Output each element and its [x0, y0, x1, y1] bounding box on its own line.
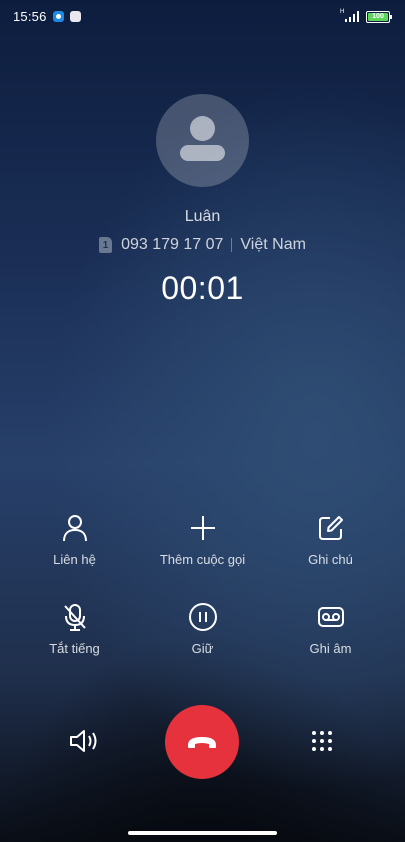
hold-label: Giữ — [191, 641, 214, 656]
hold-button[interactable]: Giữ — [135, 602, 270, 656]
record-button[interactable]: Ghi âm — [263, 602, 398, 656]
add-call-icon — [190, 516, 215, 540]
note-icon — [318, 516, 343, 540]
add-call-button[interactable]: Thêm cuộc gọi — [135, 513, 270, 567]
status-time: 15:56 — [13, 9, 47, 24]
mute-button[interactable]: Tắt tiếng — [7, 602, 142, 656]
keypad-icon[interactable] — [306, 725, 338, 757]
contact-label: Liên hệ — [53, 552, 96, 567]
mute-label: Tắt tiếng — [49, 641, 100, 656]
note-button[interactable]: Ghi chú — [263, 513, 398, 567]
end-call-icon — [188, 737, 216, 748]
add-call-label: Thêm cuộc gọi — [159, 552, 246, 567]
battery-level: 100 — [368, 13, 388, 21]
caller-avatar — [156, 94, 249, 187]
separator — [231, 238, 233, 252]
mute-icon — [63, 604, 86, 631]
battery-icon: 100 — [366, 11, 392, 23]
hold-icon — [188, 603, 217, 631]
notification-app-icon-2 — [70, 11, 81, 22]
caller-number: 093 179 17 07 — [121, 236, 224, 253]
home-indicator[interactable] — [128, 831, 277, 835]
network-type: H — [340, 9, 345, 15]
record-icon — [317, 607, 344, 627]
speaker-icon[interactable] — [68, 725, 100, 757]
note-label: Ghi chú — [308, 552, 353, 567]
contact-button[interactable]: Liên hệ — [7, 513, 142, 567]
status-bar: 15:56 H 100 — [0, 0, 405, 34]
caller-number-row: 1 093 179 17 07 Việt Nam — [0, 236, 405, 254]
signal-icon: H — [340, 9, 362, 23]
caller-country: Việt Nam — [240, 236, 306, 253]
notification-app-icon — [53, 11, 64, 22]
end-call-button[interactable] — [165, 705, 239, 779]
sim-card-icon: 1 — [99, 237, 113, 253]
call-duration: 00:01 — [161, 270, 244, 306]
caller-name: Luân — [184, 208, 221, 225]
record-label: Ghi âm — [309, 641, 352, 656]
contact-icon — [62, 515, 87, 542]
